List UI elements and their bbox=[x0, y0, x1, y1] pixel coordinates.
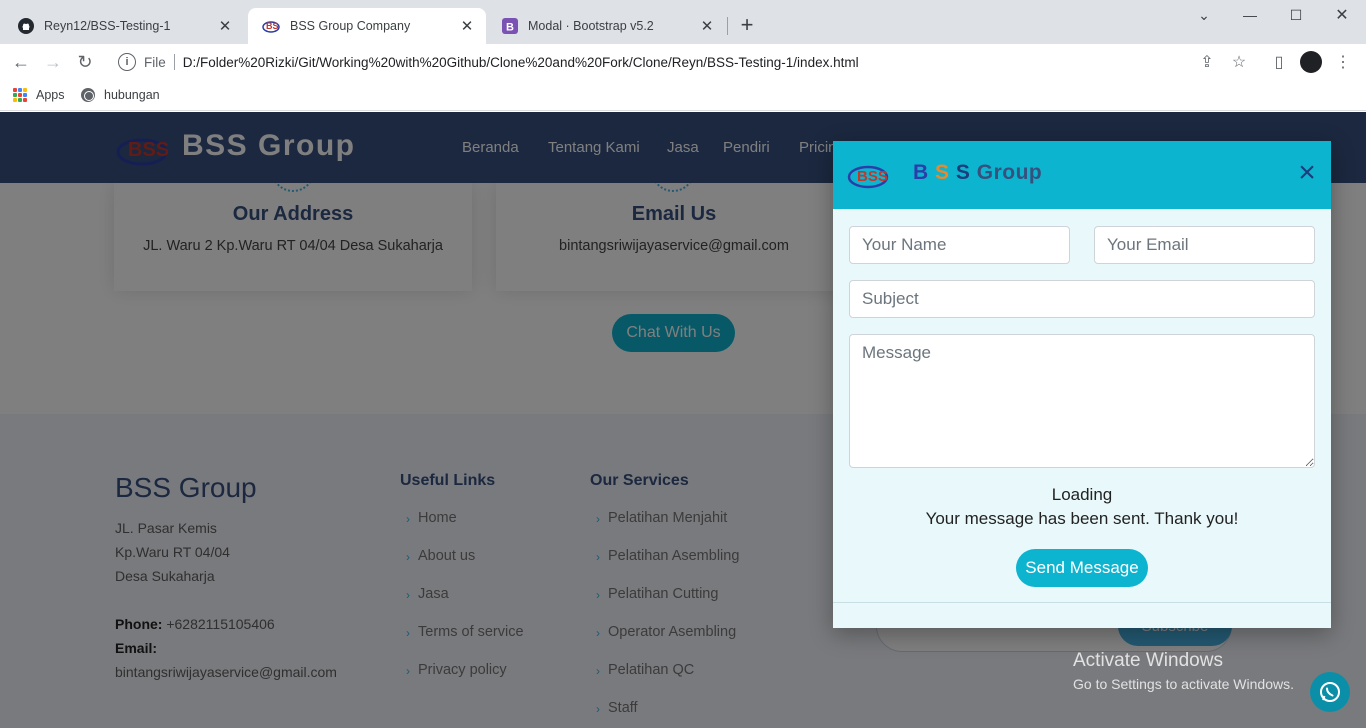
bookmark-apps[interactable]: Apps bbox=[13, 85, 65, 105]
tab-title: BSS Group Company bbox=[290, 19, 411, 33]
menu-kebab-icon[interactable]: ⋮ bbox=[1333, 52, 1353, 72]
modal-title-s1: S bbox=[935, 161, 950, 184]
svg-text:BSS: BSS bbox=[857, 168, 888, 185]
bss-logo-icon: BSS bbox=[847, 165, 889, 189]
new-tab-button[interactable]: + bbox=[734, 14, 760, 38]
bookmark-star-icon[interactable]: ☆ bbox=[1229, 52, 1249, 72]
address-bar[interactable]: i File D:/Folder%20Rizki/Git/Working%20w… bbox=[108, 48, 1258, 76]
profile-avatar-icon[interactable] bbox=[1300, 51, 1322, 73]
activate-windows-watermark: Activate Windows Go to Settings to activ… bbox=[1073, 650, 1294, 692]
github-icon bbox=[18, 18, 34, 34]
modal-header: BSS B S S Group × bbox=[833, 141, 1331, 209]
close-tab-icon[interactable]: ✕ bbox=[698, 17, 716, 35]
side-panel-icon[interactable]: ▯ bbox=[1269, 52, 1289, 72]
tab-title: Reyn12/BSS-Testing-1 bbox=[44, 19, 171, 33]
bootstrap-icon: B bbox=[502, 18, 518, 34]
subject-input[interactable] bbox=[849, 280, 1315, 318]
message-textarea[interactable] bbox=[849, 334, 1315, 468]
modal-footer-divider bbox=[833, 602, 1331, 603]
minimize-icon[interactable]: — bbox=[1227, 4, 1273, 26]
svg-text:B: B bbox=[506, 22, 514, 34]
modal-title: B S S Group bbox=[913, 161, 1042, 185]
browser-toolbar: ← → ↻ i File D:/Folder%20Rizki/Git/Worki… bbox=[0, 44, 1366, 80]
maximize-icon[interactable]: ☐ bbox=[1273, 4, 1319, 26]
web-page: BSS BSS Group Beranda Tentang Kami Jasa … bbox=[0, 112, 1366, 728]
loading-text: Loading bbox=[1051, 485, 1113, 504]
activate-title: Activate Windows bbox=[1073, 650, 1223, 671]
back-icon[interactable]: ← bbox=[9, 50, 33, 74]
info-icon[interactable]: i bbox=[118, 53, 136, 71]
svg-text:BS: BS bbox=[266, 21, 279, 31]
contact-modal: BSS B S S Group × Loading Your message h… bbox=[833, 141, 1331, 628]
close-tab-icon[interactable]: ✕ bbox=[216, 17, 234, 35]
tab-separator bbox=[727, 17, 728, 35]
bookmark-label: hubungan bbox=[104, 88, 160, 102]
browser-tab-strip: Reyn12/BSS-Testing-1 ✕ BS BSS Group Comp… bbox=[0, 0, 1366, 44]
share-icon[interactable]: ⇪ bbox=[1197, 52, 1217, 72]
send-message-button[interactable]: Send Message bbox=[1016, 549, 1148, 587]
url-divider bbox=[173, 54, 175, 70]
url-scheme: File bbox=[144, 54, 166, 70]
modal-title-s2: S bbox=[955, 161, 971, 184]
bss-favicon-icon: BS bbox=[262, 21, 280, 33]
globe-icon bbox=[81, 88, 95, 102]
activate-subtitle: Go to Settings to activate Windows. bbox=[1073, 676, 1294, 692]
bookmark-hubungan[interactable]: hubungan bbox=[81, 85, 160, 105]
close-icon[interactable]: × bbox=[1294, 158, 1320, 188]
tab-search-icon[interactable]: ⌄ bbox=[1181, 4, 1227, 26]
close-window-icon[interactable]: ✕ bbox=[1319, 4, 1365, 26]
tab-github[interactable]: Reyn12/BSS-Testing-1 ✕ bbox=[4, 8, 244, 44]
modal-title-b: B bbox=[913, 161, 929, 184]
name-input[interactable] bbox=[849, 226, 1070, 264]
tab-bootstrap[interactable]: B Modal · Bootstrap v5.2 ✕ bbox=[488, 8, 726, 44]
bookmark-label: Apps bbox=[36, 88, 65, 102]
url-text[interactable]: D:/Folder%20Rizki/Git/Working%20with%20G… bbox=[183, 55, 859, 70]
sent-message: Your message has been sent. Thank you! bbox=[925, 509, 1239, 528]
modal-title-rest: Group bbox=[976, 161, 1043, 184]
whatsapp-glyph-icon bbox=[1320, 682, 1340, 702]
tab-bss-group[interactable]: BS BSS Group Company ✕ bbox=[248, 8, 486, 44]
reload-icon[interactable]: ↻ bbox=[73, 50, 97, 74]
bookmarks-bar: Apps hubungan bbox=[0, 80, 1366, 111]
close-tab-icon[interactable]: ✕ bbox=[458, 17, 476, 35]
forward-icon[interactable]: → bbox=[41, 50, 65, 74]
email-input[interactable] bbox=[1094, 226, 1315, 264]
apps-grid-icon bbox=[13, 88, 27, 102]
tab-title: Modal · Bootstrap v5.2 bbox=[528, 19, 654, 33]
whatsapp-icon[interactable] bbox=[1310, 672, 1350, 712]
